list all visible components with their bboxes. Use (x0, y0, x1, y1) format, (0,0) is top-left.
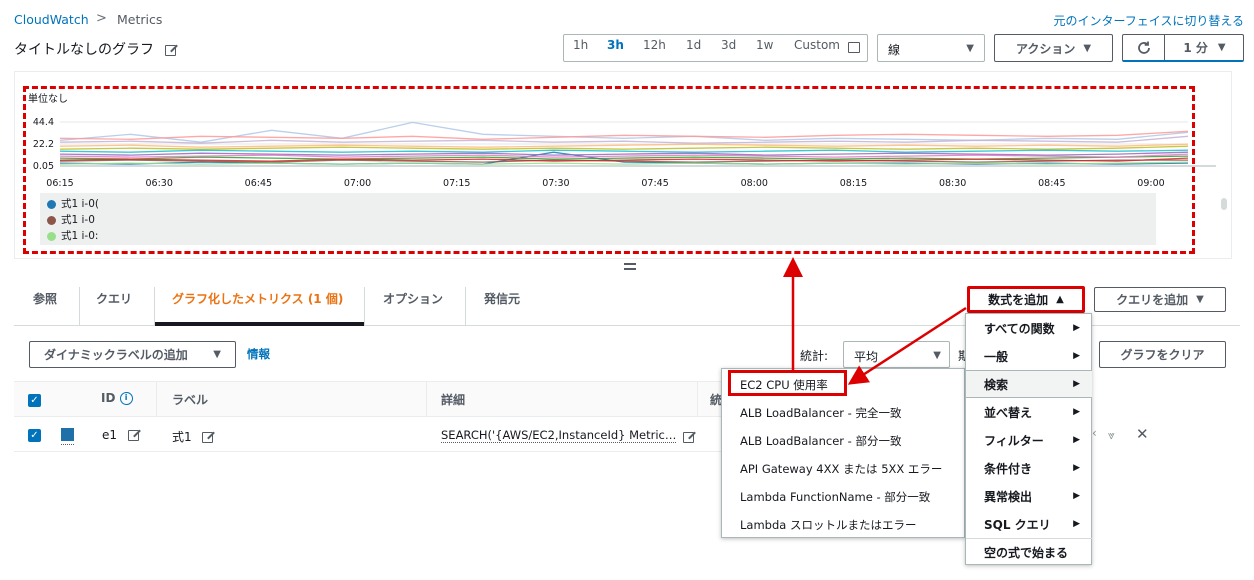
annotation-arrow-diagonal (847, 306, 967, 385)
annotation-arrows (783, 257, 967, 385)
